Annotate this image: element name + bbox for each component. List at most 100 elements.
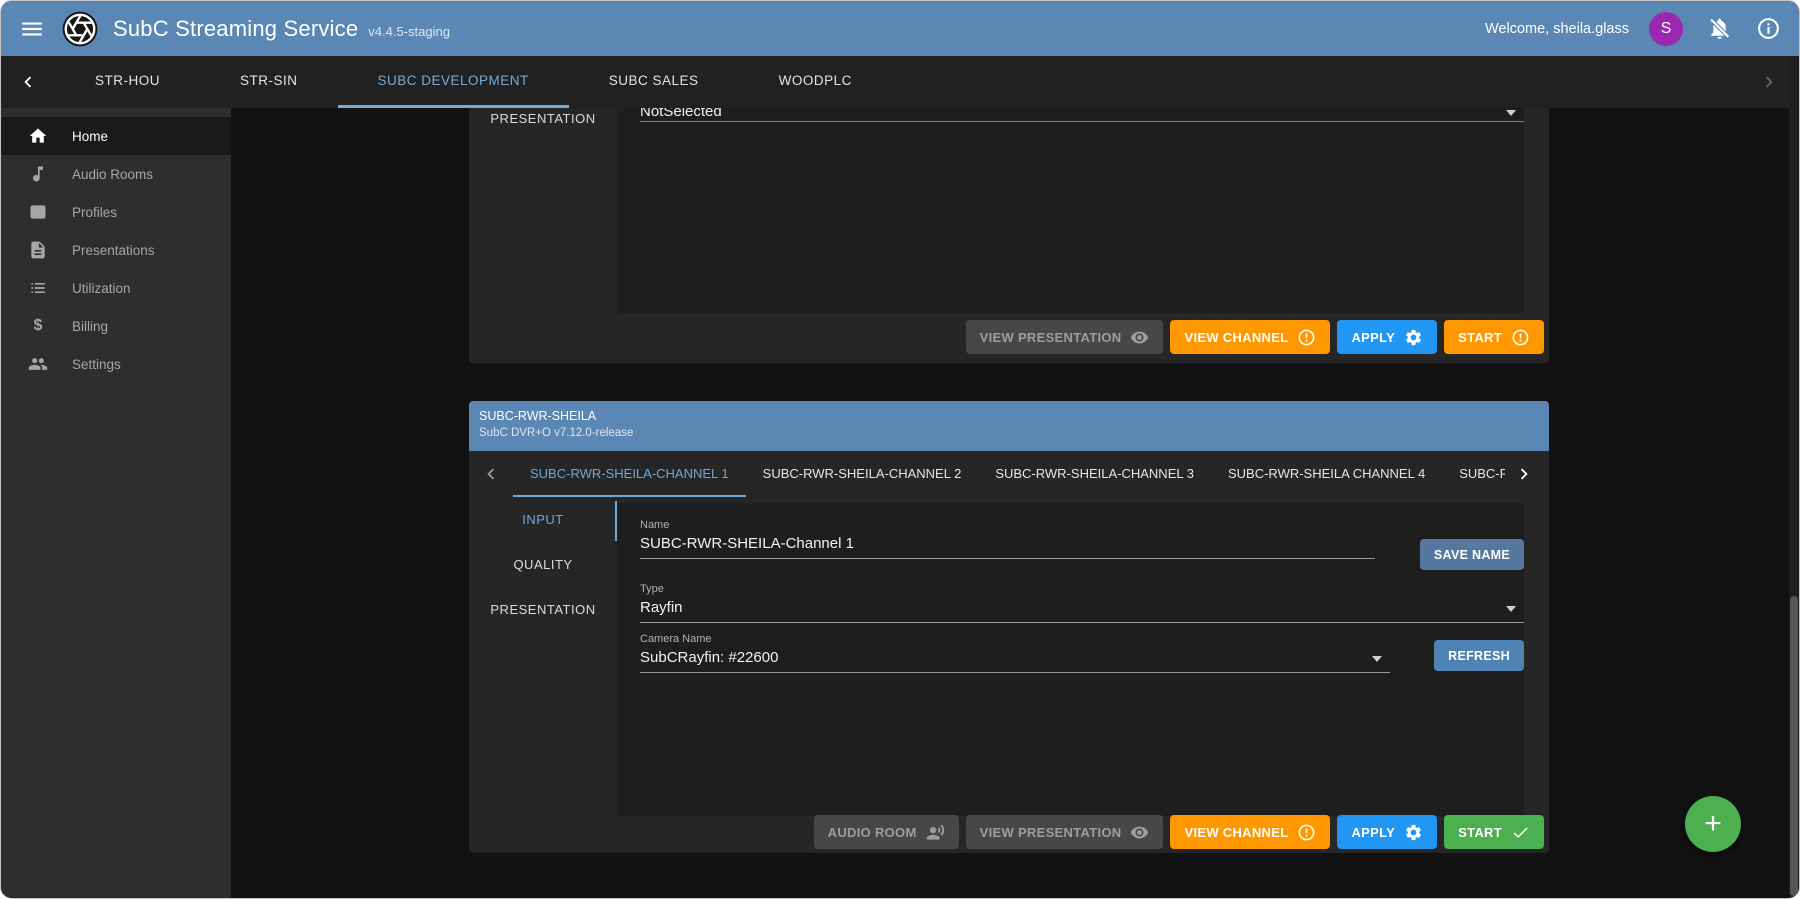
view-presentation-button[interactable]: VIEW PRESENTATION [966,320,1164,354]
chevron-right-icon [1513,463,1535,485]
apply-button[interactable]: APPLY [1337,815,1437,849]
top-card-actions: VIEW PRESENTATION VIEW CHANNEL APPLY STA… [966,320,1544,354]
presentation-select[interactable]: NotSelected [640,108,1524,122]
view-channel-button[interactable]: VIEW CHANNEL [1170,320,1330,354]
camera-name-field: Camera Name SubCRayfin: #22600 [640,633,1390,673]
sidebar-item-presentations[interactable]: Presentations [1,231,231,269]
site-tabs-prev-button[interactable] [1,56,55,108]
error-outline-icon [1297,823,1316,842]
site-tab-str-hou[interactable]: STR-HOU [55,56,200,108]
type-label: Type [640,583,1524,595]
view-channel-button[interactable]: VIEW CHANNEL [1170,815,1330,849]
image-search-icon [28,202,48,222]
apply-button[interactable]: APPLY [1337,320,1437,354]
sidebar-item-settings[interactable]: Settings [1,345,231,383]
check-icon [1511,823,1530,842]
side-tab-input[interactable]: INPUT [469,497,617,542]
side-tab-quality[interactable]: QUALITY [469,542,617,587]
chevron-left-icon [480,463,502,485]
add-fab[interactable]: + [1685,796,1741,852]
site-tab-label: STR-SIN [240,73,298,88]
app-version: v4.4.5-staging [368,24,450,39]
view-presentation-button[interactable]: VIEW PRESENTATION [966,815,1164,849]
sidebar-item-label: Presentations [72,243,155,258]
input-panel: Name SUBC-RWR-SHEILA-Channel 1 SAVE NAME… [617,503,1524,816]
error-outline-icon [1511,328,1530,347]
site-tab-subc-sales[interactable]: SUBC SALES [569,56,739,108]
sidebar-item-label: Audio Rooms [72,167,153,182]
sidebar-item-profiles[interactable]: Profiles [1,193,231,231]
channel-tab-strip: SUBC-RWR-SHEILA-CHANNEL 1 SUBC-RWR-SHEIL… [513,451,1505,497]
menu-button[interactable] [19,16,45,42]
start-button[interactable]: START [1444,320,1544,354]
sidebar-item-label: Billing [72,319,108,334]
plus-icon: + [1704,807,1722,841]
chevron-down-icon [1506,606,1516,612]
button-label: REFRESH [1448,649,1510,663]
button-label: SAVE NAME [1434,548,1510,562]
device-name: SUBC-RWR-SHEILA [479,409,1539,423]
site-tab-label: WOODPLC [779,73,852,88]
app-bar: SubC Streaming Service v4.4.5-staging We… [1,1,1799,56]
eye-icon [1130,328,1149,347]
sidebar-item-billing[interactable]: $ Billing [1,307,231,345]
type-field: Type Rayfin [640,583,1524,623]
type-select[interactable]: Rayfin [640,599,1524,623]
button-label: VIEW PRESENTATION [980,330,1122,345]
scrollbar-thumb[interactable] [1790,596,1798,896]
sidebar-item-audio-rooms[interactable]: Audio Rooms [1,155,231,193]
button-label: VIEW CHANNEL [1184,825,1288,840]
refresh-button[interactable]: REFRESH [1434,640,1524,671]
sidebar-item-home[interactable]: Home [1,117,231,155]
site-tabs-next-button[interactable] [1749,56,1789,108]
info-button[interactable] [1756,16,1781,41]
device-version: SubC DVR+O v7.12.0-release [479,427,1539,439]
error-outline-icon [1297,328,1316,347]
channel-tabs-bar: SUBC-RWR-SHEILA-CHANNEL 1 SUBC-RWR-SHEIL… [469,451,1549,497]
welcome-text: Welcome, sheila.glass [1485,21,1629,37]
start-button[interactable]: START [1444,815,1544,849]
sidebar-item-label: Home [72,129,108,144]
channel-card-above: PRESENTATION NotSelected VIEW PRESENTATI… [469,108,1549,363]
home-icon [28,126,48,146]
channel-tab-1[interactable]: SUBC-RWR-SHEILA-CHANNEL 1 [513,451,746,497]
button-label: AUDIO ROOM [828,825,917,840]
channel-tabs-prev-button[interactable] [469,451,513,497]
people-icon [28,354,48,374]
dollar-icon: $ [28,317,48,335]
notifications-off-icon [1707,16,1732,41]
name-field: Name SUBC-RWR-SHEILA-Channel 1 [640,519,1375,559]
name-label: Name [640,519,1375,531]
channel-tab-3[interactable]: SUBC-RWR-SHEILA-CHANNEL 3 [978,451,1211,497]
site-tab-label: STR-HOU [95,73,160,88]
site-tab-subc-development[interactable]: SUBC DEVELOPMENT [338,56,569,108]
save-name-button[interactable]: SAVE NAME [1420,539,1524,570]
user-avatar[interactable]: S [1649,12,1683,46]
side-tab-presentation[interactable]: PRESENTATION [469,587,617,632]
name-input[interactable]: SUBC-RWR-SHEILA-Channel 1 [640,535,1375,559]
hamburger-icon [19,16,45,42]
site-tab-str-sin[interactable]: STR-SIN [200,56,338,108]
button-label: START [1458,330,1502,345]
notifications-off-button[interactable] [1707,16,1732,41]
list-icon [28,278,48,298]
app-title: SubC Streaming Service [113,16,358,42]
side-tab-presentation[interactable]: PRESENTATION [469,111,617,126]
eye-icon [1130,823,1149,842]
scrollbar-track[interactable] [1789,56,1799,898]
presentation-panel: NotSelected [617,108,1524,313]
channel-card: SUBC-RWR-SHEILA SubC DVR+O v7.12.0-relea… [469,401,1549,853]
site-tab-woodplc[interactable]: WOODPLC [739,56,892,108]
app-logo [61,10,99,48]
channel-tab-2[interactable]: SUBC-RWR-SHEILA-CHANNEL 2 [746,451,979,497]
camera-name-select[interactable]: SubCRayfin: #22600 [640,649,1390,673]
channel-tab-5[interactable]: SUBC-RWR-S [1442,451,1505,497]
channel-tabs-next-button[interactable] [1505,451,1543,497]
channel-card-actions: AUDIO ROOM VIEW PRESENTATION VIEW CHANNE… [814,815,1544,849]
gear-icon [1404,823,1423,842]
site-tab-label: SUBC SALES [609,73,699,88]
channel-tab-4[interactable]: SUBC-RWR-SHEILA CHANNEL 4 [1211,451,1442,497]
audio-room-button[interactable]: AUDIO ROOM [814,815,959,849]
sidebar-item-utilization[interactable]: Utilization [1,269,231,307]
presentation-select-value: NotSelected [640,108,722,120]
